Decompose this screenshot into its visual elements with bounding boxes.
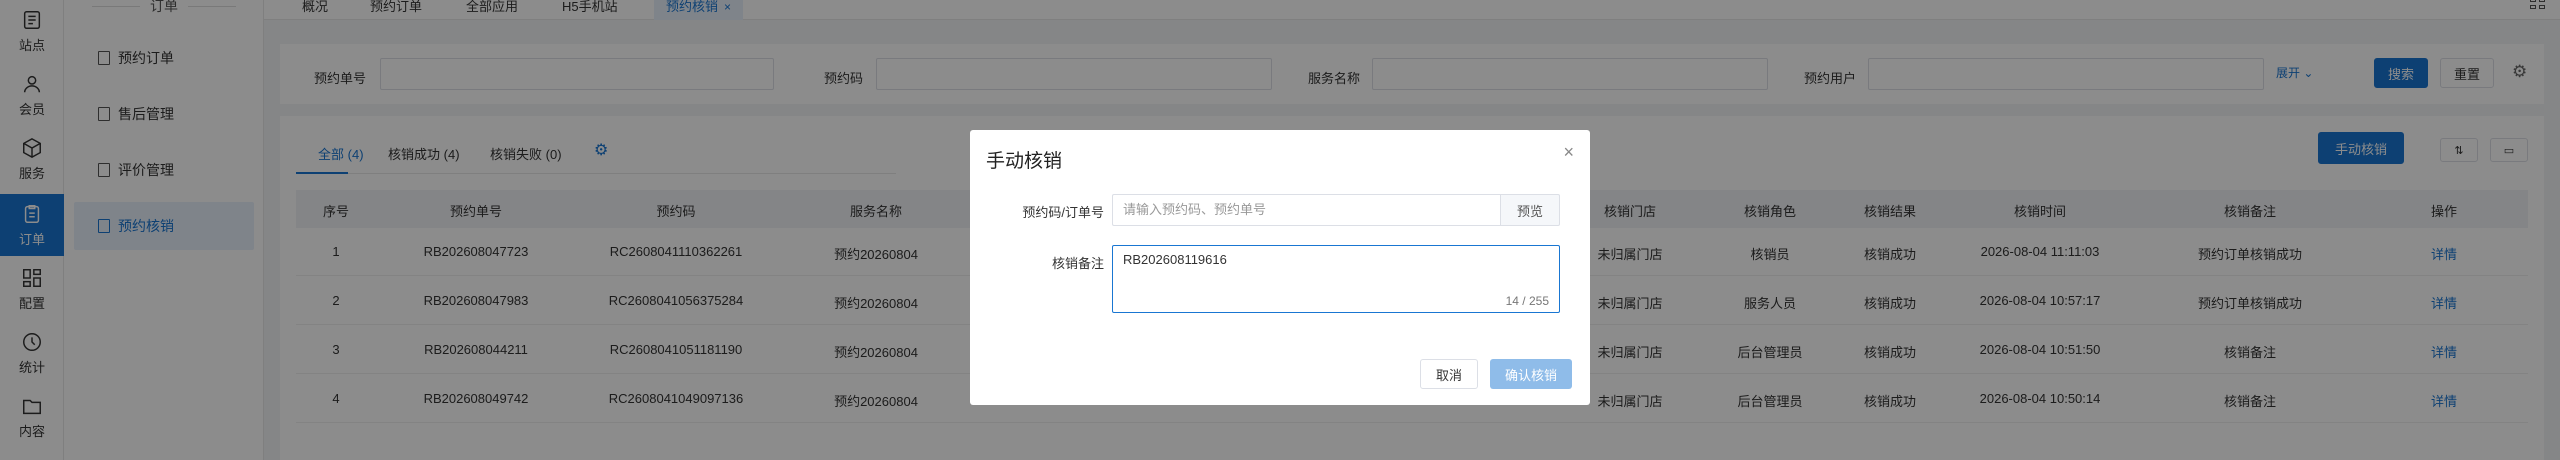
preview-button[interactable]: 预览	[1500, 194, 1560, 226]
char-counter: 14 / 255	[1505, 294, 1549, 308]
manual-verify-dialog: 手动核销 × 预约码/订单号 请输入预约码、预约单号 预览 核销备注 RB202…	[970, 130, 1590, 405]
code-input[interactable]: 请输入预约码、预约单号	[1112, 194, 1500, 226]
cancel-button[interactable]: 取消	[1420, 359, 1478, 389]
confirm-verify-button[interactable]: 确认核销	[1490, 359, 1572, 389]
remark-label: 核销备注	[1051, 256, 1104, 271]
dialog-title: 手动核销	[986, 151, 1063, 172]
remark-textarea[interactable]: RB202608119616 14 / 255	[1112, 245, 1560, 313]
code-label: 预约码/订单号	[1022, 205, 1104, 220]
remark-value: RB202608119616	[1123, 252, 1227, 267]
close-icon[interactable]: ×	[1563, 142, 1574, 163]
